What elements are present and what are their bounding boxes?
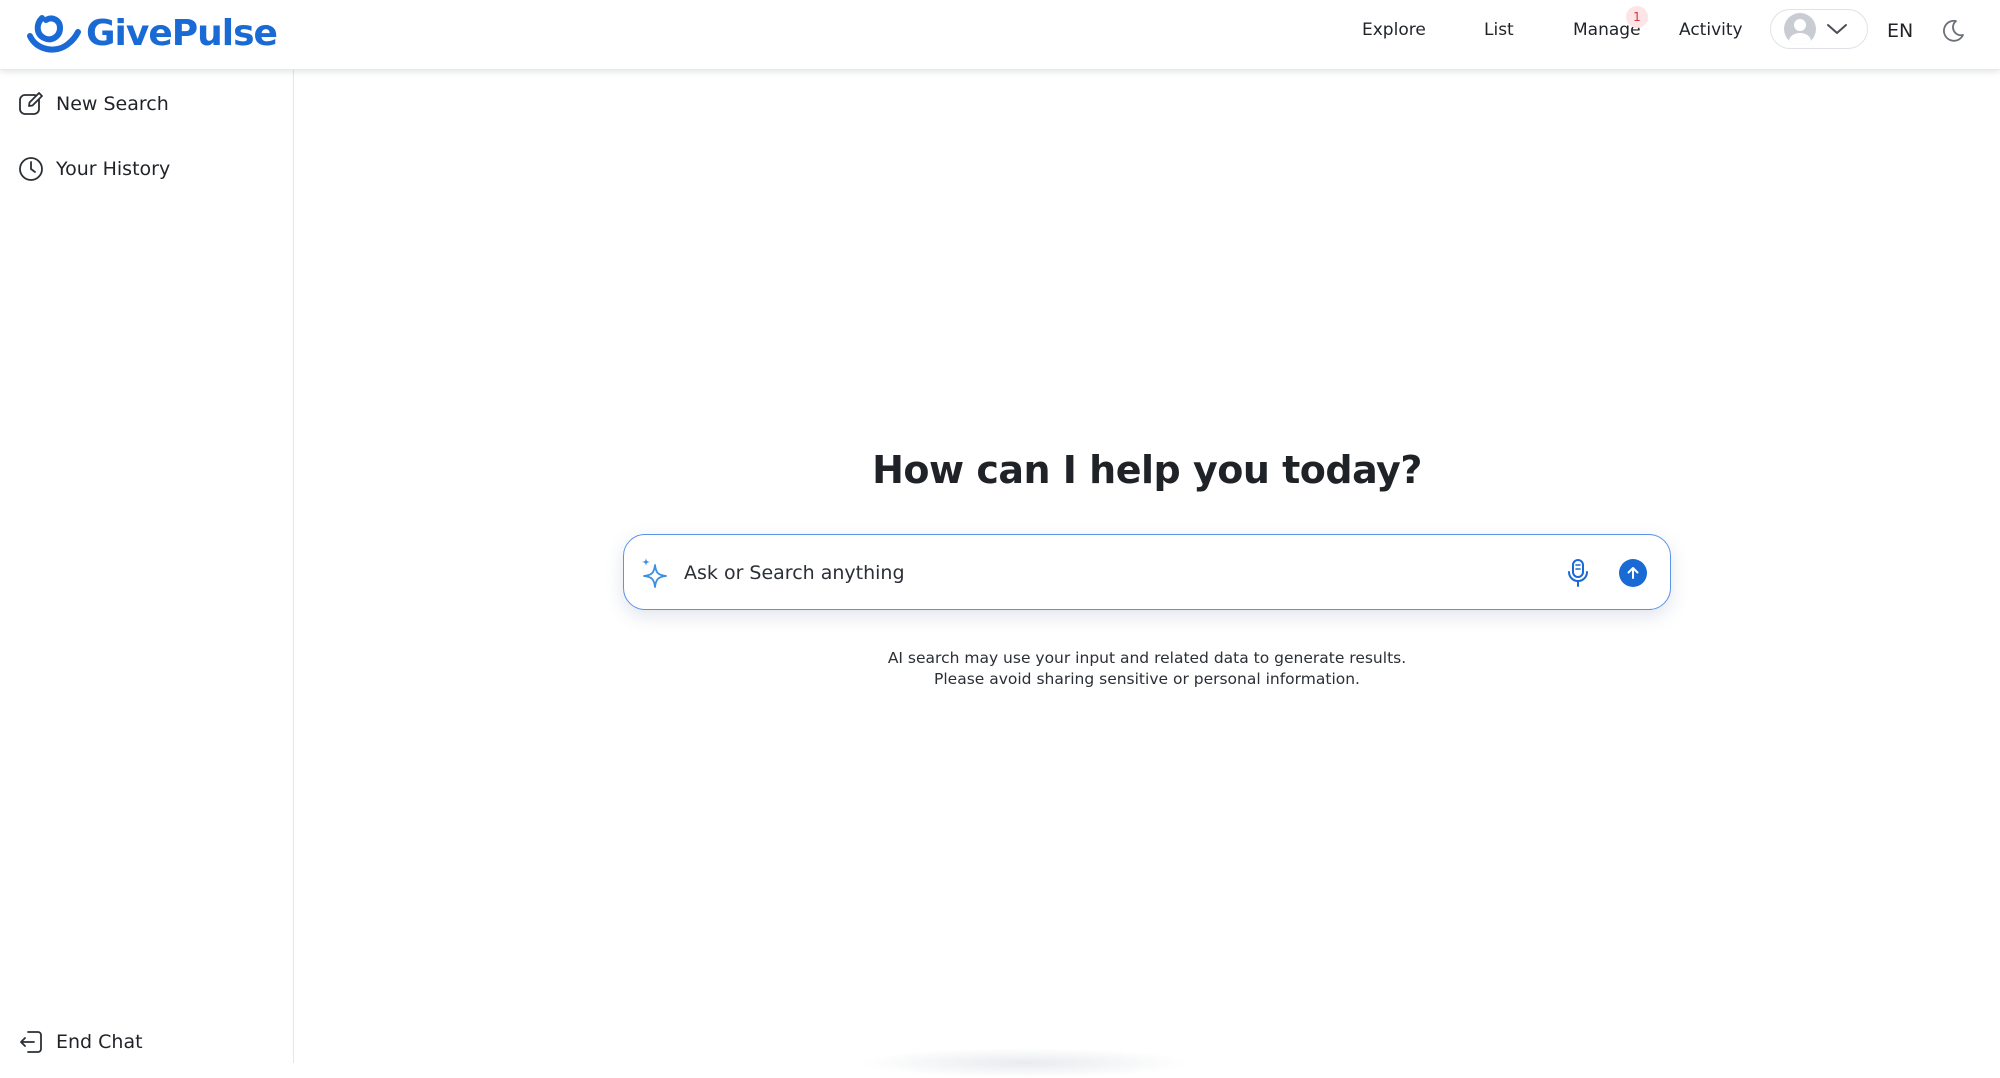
your-history-button[interactable]: Your History <box>18 152 170 186</box>
givepulse-logo[interactable]: GivePulse <box>26 8 278 58</box>
bottom-shadow <box>860 1048 1190 1078</box>
sidebar: New Search Your History End Chat <box>0 70 294 1063</box>
end-chat-button[interactable]: End Chat <box>18 1025 143 1059</box>
disclaimer-line-1: AI search may use your input and related… <box>887 649 1407 667</box>
end-chat-label: End Chat <box>56 1031 143 1053</box>
top-navbar: GivePulse Explore List Manage 1 Activity… <box>0 0 2000 70</box>
edit-icon <box>19 92 43 115</box>
send-button[interactable] <box>1619 559 1647 587</box>
nav-activity[interactable]: Activity <box>1679 18 1743 42</box>
new-search-label: New Search <box>56 93 169 115</box>
moon-icon[interactable] <box>1940 18 1966 44</box>
ai-search-box <box>623 534 1671 610</box>
nav-explore[interactable]: Explore <box>1362 18 1426 42</box>
exit-icon <box>20 1031 42 1053</box>
arrow-up-icon <box>1627 567 1639 579</box>
avatar <box>1784 13 1816 45</box>
nav-list[interactable]: List <box>1484 18 1514 42</box>
microphone-icon[interactable] <box>1563 557 1593 589</box>
ai-disclaimer: AI search may use your input and related… <box>294 648 2000 690</box>
your-history-label: Your History <box>56 158 171 180</box>
page-title: How can I help you today? <box>872 448 1422 492</box>
manage-notification-badge: 1 <box>1626 6 1648 28</box>
new-search-button[interactable]: New Search <box>18 87 169 121</box>
disclaimer-line-2: Please avoid sharing sensitive or person… <box>934 670 1360 688</box>
logo-text: GivePulse <box>86 12 278 54</box>
chevron-down-icon <box>1827 24 1847 34</box>
givepulse-logo-icon <box>27 15 81 53</box>
language-selector[interactable]: EN <box>1887 19 1913 43</box>
sparkle-icon <box>642 558 667 588</box>
user-menu-button[interactable] <box>1770 9 1868 49</box>
search-input[interactable] <box>684 553 1544 593</box>
clock-icon <box>19 157 43 181</box>
